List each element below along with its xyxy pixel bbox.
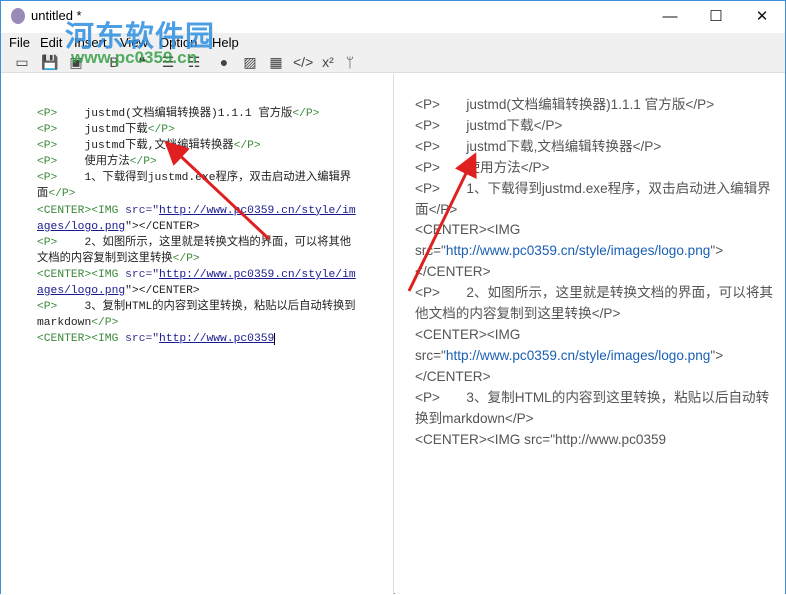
text-segment: <P> bbox=[37, 236, 58, 249]
app-icon bbox=[11, 8, 25, 24]
maximize-button[interactable]: ☐ bbox=[693, 1, 739, 31]
editor-content[interactable]: <P> justmd(文档编辑转换器)1.1.1 官方版</P> <P> just… bbox=[37, 106, 359, 347]
superscript-icon[interactable]: x² bbox=[319, 53, 337, 71]
text-line: <P> 使用方法</P> bbox=[37, 154, 359, 170]
link[interactable]: http://www.pc0359 bbox=[159, 333, 276, 346]
text-segment: </P> bbox=[91, 317, 119, 330]
code-icon[interactable]: </> bbox=[293, 53, 313, 71]
menu-file[interactable]: File bbox=[9, 35, 30, 50]
text-line: <P> justmd下载</P> bbox=[37, 122, 359, 138]
branch-icon[interactable]: ᛘ bbox=[341, 53, 359, 71]
text-line: <P> 使用方法</P> bbox=[415, 158, 775, 179]
text-segment: <P> 使用方法</P> bbox=[415, 159, 550, 175]
text-line: <P> justmd(文档编辑转换器)1.1.1 官方版</P> bbox=[415, 95, 775, 116]
text-segment: </P> bbox=[233, 140, 261, 153]
text-segment: </P> bbox=[129, 156, 157, 169]
text-segment: <P> bbox=[37, 124, 58, 137]
minimize-button[interactable]: — bbox=[647, 1, 693, 31]
text-segment: "></CENTER> bbox=[125, 220, 200, 233]
text-segment: <P> bbox=[37, 140, 58, 153]
text-line: <P> 1、下载得到justmd.exe程序，双击启动进入编辑界面</P> bbox=[37, 170, 359, 202]
text-line: <P> justmd下载</P> bbox=[415, 116, 775, 137]
text-segment: 3、复制HTML的内容到这里转换，粘贴以后自动转换到markdown bbox=[37, 301, 356, 330]
text-line: <P> justmd下载,文档编辑转换器</P> bbox=[37, 138, 359, 154]
text-segment: justmd下载 bbox=[57, 124, 148, 137]
text-line: <CENTER><IMG src="http://www.pc0359 bbox=[415, 430, 775, 451]
text-line: <P> 2、如图所示，这里就是转换文档的界面，可以将其他文档的内容复制到这里转换… bbox=[415, 283, 775, 325]
text-segment: <P> bbox=[37, 301, 58, 314]
text-line: <P> 2、如图所示，这里就是转换文档的界面，可以将其他文档的内容复制到这里转换… bbox=[37, 235, 359, 267]
text-segment: <P> 3、复制HTML的内容到这里转换，粘贴以后自动转换到markdown</… bbox=[415, 389, 770, 426]
image-icon[interactable]: ▨ bbox=[241, 53, 259, 71]
text-segment: </P> bbox=[48, 188, 76, 201]
preview-content: <P> justmd(文档编辑转换器)1.1.1 官方版</P> <P> just… bbox=[415, 95, 775, 450]
text-segment: <CENTER><IMG src="http://www.pc0359 bbox=[415, 431, 667, 447]
text-segment: <P> 1、下载得到justmd.exe程序，双击启动进入编辑界面</P> bbox=[415, 180, 771, 217]
text-line: <CENTER><IMG src="http://www.pc0359 bbox=[37, 331, 359, 347]
link-icon[interactable]: ● bbox=[215, 53, 233, 71]
text-segment: src=" bbox=[125, 333, 160, 346]
text-segment: <CENTER><IMG bbox=[37, 268, 126, 281]
text-segment: <CENTER><IMG bbox=[37, 204, 126, 217]
text-line: <P> 3、复制HTML的内容到这里转换，粘贴以后自动转换到markdown</… bbox=[415, 388, 775, 430]
text-line: <P> justmd(文档编辑转换器)1.1.1 官方版</P> bbox=[37, 106, 359, 122]
text-segment: </P> bbox=[147, 124, 175, 137]
text-segment: <P> bbox=[37, 156, 58, 169]
link[interactable]: http://www.pc0359.cn/style/images/logo.p… bbox=[446, 243, 710, 258]
close-button[interactable]: ✕ bbox=[739, 1, 785, 31]
text-line: <CENTER><IMG src="http://www.pc0359.cn/s… bbox=[37, 203, 359, 235]
text-line: <P> justmd下载,文档编辑转换器</P> bbox=[415, 137, 775, 158]
markdown-preview[interactable]: <P> justmd(文档编辑转换器)1.1.1 官方版</P> <P> just… bbox=[395, 74, 785, 594]
menu-help[interactable]: Help bbox=[212, 35, 239, 50]
text-segment: <P> justmd(文档编辑转换器)1.1.1 官方版</P> bbox=[415, 97, 715, 112]
text-segment: <P> bbox=[37, 172, 58, 185]
text-segment: src=" bbox=[125, 268, 160, 281]
text-segment: 1、下载得到justmd.exe程序，双击启动进入编辑界面 bbox=[37, 172, 352, 201]
text-segment: src=" bbox=[125, 204, 160, 217]
text-segment: <P> justmd下载,文档编辑转换器</P> bbox=[415, 138, 662, 154]
text-line: <P> 3、复制HTML的内容到这里转换，粘贴以后自动转换到markdown</… bbox=[37, 299, 359, 331]
html-editor[interactable]: <P> justmd(文档编辑转换器)1.1.1 官方版</P> <P> just… bbox=[1, 74, 394, 594]
text-line: <P> 1、下载得到justmd.exe程序，双击启动进入编辑界面</P> bbox=[415, 179, 775, 221]
table-icon[interactable]: ▦ bbox=[267, 53, 285, 71]
link[interactable]: http://www.pc0359.cn/style/images/logo.p… bbox=[446, 348, 710, 363]
text-segment: justmd(文档编辑转换器)1.1.1 官方版 bbox=[57, 108, 293, 120]
open-icon[interactable]: ▭ bbox=[13, 53, 31, 71]
text-segment: </P> bbox=[292, 108, 320, 120]
text-line: <CENTER><IMG src="http://www.pc0359.cn/s… bbox=[415, 220, 775, 283]
text-segment: </P> bbox=[172, 252, 200, 265]
text-segment: <CENTER><IMG bbox=[37, 333, 126, 346]
text-line: <CENTER><IMG src="http://www.pc0359.cn/s… bbox=[415, 325, 775, 388]
save-icon[interactable]: 💾 bbox=[41, 53, 59, 71]
text-segment: <P> bbox=[37, 108, 58, 120]
text-line: <CENTER><IMG src="http://www.pc0359.cn/s… bbox=[37, 267, 359, 299]
text-segment: 使用方法 bbox=[57, 156, 130, 169]
text-segment: <P> justmd下载</P> bbox=[415, 117, 563, 133]
text-segment: justmd下载,文档编辑转换器 bbox=[57, 140, 234, 153]
text-segment: "></CENTER> bbox=[125, 285, 200, 298]
watermark-url: www.pc0359.cn bbox=[71, 48, 197, 67]
text-segment: <P> 2、如图所示，这里就是转换文档的界面，可以将其他文档的内容复制到这里转换… bbox=[415, 285, 774, 322]
menu-edit[interactable]: Edit bbox=[40, 35, 62, 50]
